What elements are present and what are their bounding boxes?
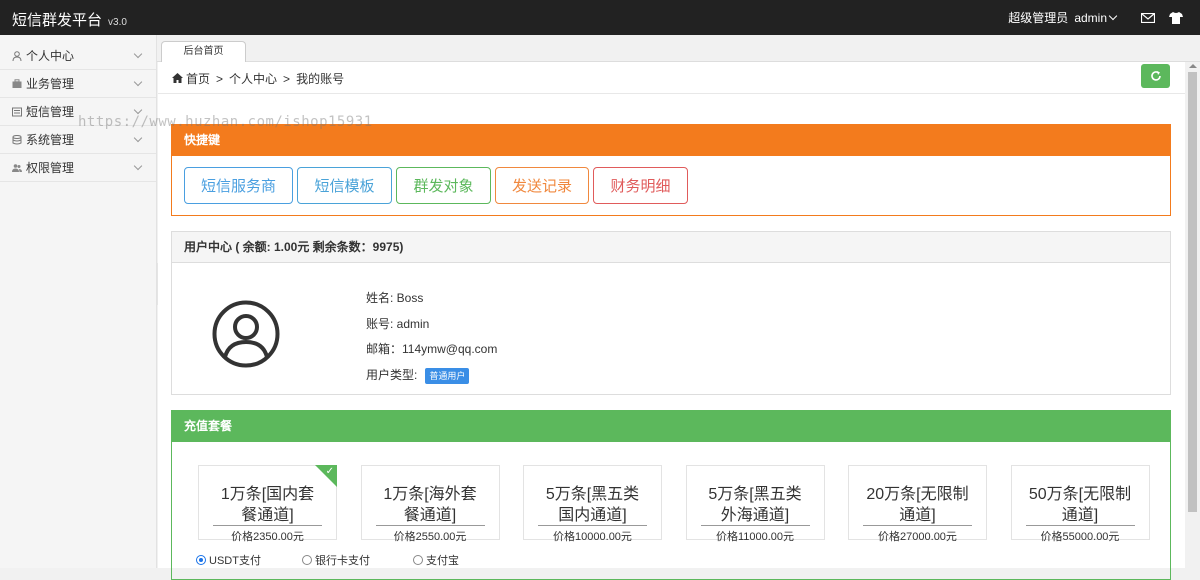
watermark: https://www.huzhan.com/ishop15931 <box>78 114 373 130</box>
package-name: 1万条[海外套餐通道] <box>375 466 485 526</box>
user-type-badge: 普通用户 <box>425 367 470 384</box>
chevron-down-icon <box>133 161 143 171</box>
user-role: 超级管理员 <box>1008 11 1069 25</box>
scrollbar[interactable] <box>1185 62 1200 568</box>
tshirt-icon[interactable] <box>1162 11 1190 24</box>
database-icon <box>12 134 22 145</box>
package-price: 价格55000.00元 <box>1040 531 1120 543</box>
user-info: 姓名: Boss 账号: admin 邮箱：114ymw@qq.com 用户类型… <box>366 290 497 392</box>
recharge-panel: 充值套餐 ✓ 1万条[国内套餐通道] 价格2350.00元 1万条[海外套餐通道… <box>171 410 1171 580</box>
quick-keys-buttons: 短信服务商 短信模板 群发对象 发送记录 财务明细 <box>184 167 692 204</box>
finance-details-button[interactable]: 财务明细 <box>593 167 688 204</box>
breadcrumb-home[interactable]: 首页 <box>186 70 210 87</box>
chevron-down-icon <box>133 105 143 115</box>
check-icon: ✓ <box>325 466 334 477</box>
users-icon <box>12 163 22 173</box>
sidebar-item-system[interactable]: 系统管理 <box>0 126 156 154</box>
divider <box>158 93 1185 94</box>
payment-option-alipay[interactable]: 支付宝 <box>413 552 459 568</box>
payment-label: 银行卡支付 <box>315 555 370 567</box>
home-icon[interactable] <box>172 72 183 86</box>
briefcase-icon <box>12 78 22 89</box>
sidebar-item-label: 个人中心 <box>26 49 75 63</box>
package-name: 50万条[无限制通道] <box>1025 466 1135 526</box>
tab-home[interactable]: 后台首页 <box>161 41 246 63</box>
user-icon <box>12 50 22 61</box>
package-price: 价格27000.00元 <box>878 531 957 543</box>
user-account-field: 账号: admin <box>366 316 430 331</box>
sidebar-item-label: 业务管理 <box>26 77 75 91</box>
breadcrumb-separator: > <box>216 71 224 86</box>
sidebar-item-permissions[interactable]: 权限管理 <box>0 154 156 182</box>
sidebar-item-personal-center[interactable]: 个人中心 <box>0 42 156 70</box>
chevron-down-icon <box>133 49 143 59</box>
user-name: admin <box>1074 10 1107 25</box>
package-name: 5万条[黑五类国内通道] <box>538 466 647 526</box>
breadcrumb-current: 我的账号 <box>296 72 345 86</box>
chevron-down-icon <box>133 77 143 87</box>
send-records-button[interactable]: 发送记录 <box>495 167 589 204</box>
package-list: ✓ 1万条[国内套餐通道] 价格2350.00元 1万条[海外套餐通道] 价格2… <box>198 465 1150 543</box>
package-price: 价格2550.00元 <box>393 531 467 543</box>
refresh-button[interactable] <box>1141 64 1170 88</box>
chevron-down-icon <box>1108 11 1118 20</box>
payment-option-usdt[interactable]: USDT支付 <box>196 552 302 568</box>
recharge-title: 充值套餐 <box>172 411 1170 442</box>
mass-target-button[interactable]: 群发对象 <box>396 167 491 204</box>
package-card[interactable]: 5万条[黑五类外海通道] 价格11000.00元 <box>685 465 825 543</box>
user-menu[interactable]: admin <box>1074 10 1118 25</box>
scrollbar-thumb[interactable] <box>1188 72 1197 512</box>
user-center-panel: 用户中心 ( 余额: 1.00元 剩余条数：9975) 姓名: Boss 账号:… <box>171 231 1171 395</box>
sidebar-item-label: 系统管理 <box>26 133 75 147</box>
radio-button[interactable] <box>196 555 206 565</box>
sidebar-item-business[interactable]: 业务管理 <box>0 70 156 98</box>
package-price: 价格10000.00元 <box>553 531 632 543</box>
app-version: v3.0 <box>108 17 127 28</box>
package-price: 价格11000.00元 <box>715 531 795 543</box>
package-card[interactable]: 5万条[黑五类国内通道] 价格10000.00元 <box>523 465 662 543</box>
payment-option-bank[interactable]: 银行卡支付 <box>302 552 413 568</box>
main-content: 首页 > 个人中心 > 我的账号 快捷键 短信服务商 短信模板 群发对象 发送记… <box>158 62 1185 580</box>
sms-provider-button[interactable]: 短信服务商 <box>184 167 293 204</box>
message-icon <box>12 107 22 117</box>
user-type-field: 用户类型: 普通用户 <box>366 367 497 393</box>
user-name-field: 姓名: Boss <box>366 291 424 305</box>
breadcrumb: 首页 > 个人中心 > 我的账号 <box>172 70 350 87</box>
package-card[interactable]: 1万条[海外套餐通道] 价格2550.00元 <box>360 465 500 543</box>
tab-bar: 后台首页 <box>157 35 1200 63</box>
topbar-right: 超级管理员 admin <box>1008 0 1200 35</box>
app-brand[interactable]: 短信群发平台 v3.0 <box>12 9 127 30</box>
refresh-icon <box>1150 71 1161 81</box>
package-name: 1万条[国内套餐通道] <box>213 466 322 526</box>
user-type-label: 用户类型: <box>366 367 418 382</box>
mail-icon[interactable] <box>1134 12 1162 23</box>
package-card[interactable]: 50万条[无限制通道] 价格55000.00元 <box>1010 465 1150 543</box>
user-center-title: 用户中心 ( 余额: 1.00元 剩余条数：9975) <box>172 232 1170 263</box>
payment-methods: USDT支付 银行卡支付 支付宝 <box>196 552 459 568</box>
avatar-icon <box>212 300 280 368</box>
breadcrumb-parent[interactable]: 个人中心 <box>229 70 277 87</box>
payment-label: USDT支付 <box>209 555 261 567</box>
radio-button[interactable] <box>413 555 423 565</box>
user-email-field: 邮箱：114ymw@qq.com <box>366 342 498 356</box>
package-name: 20万条[无限制通道] <box>863 466 972 526</box>
breadcrumb-separator: > <box>283 71 291 86</box>
package-card[interactable]: ✓ 1万条[国内套餐通道] 价格2350.00元 <box>198 465 337 543</box>
sidebar-item-label: 短信管理 <box>26 105 75 119</box>
payment-label: 支付宝 <box>426 555 459 567</box>
quick-keys-panel: 快捷键 短信服务商 短信模板 群发对象 发送记录 财务明细 <box>171 124 1171 216</box>
package-name: 5万条[黑五类外海通道] <box>700 466 810 526</box>
top-navbar: 短信群发平台 v3.0 超级管理员 admin <box>0 0 1200 35</box>
package-card[interactable]: 20万条[无限制通道] 价格27000.00元 <box>848 465 987 543</box>
package-price: 价格2350.00元 <box>231 531 304 543</box>
sidebar-item-label: 权限管理 <box>26 161 75 175</box>
sms-template-button[interactable]: 短信模板 <box>297 167 392 204</box>
chevron-down-icon <box>133 133 143 143</box>
app-title: 短信群发平台 <box>12 12 103 29</box>
radio-button[interactable] <box>302 555 312 565</box>
scroll-up-arrow[interactable] <box>1189 64 1197 68</box>
